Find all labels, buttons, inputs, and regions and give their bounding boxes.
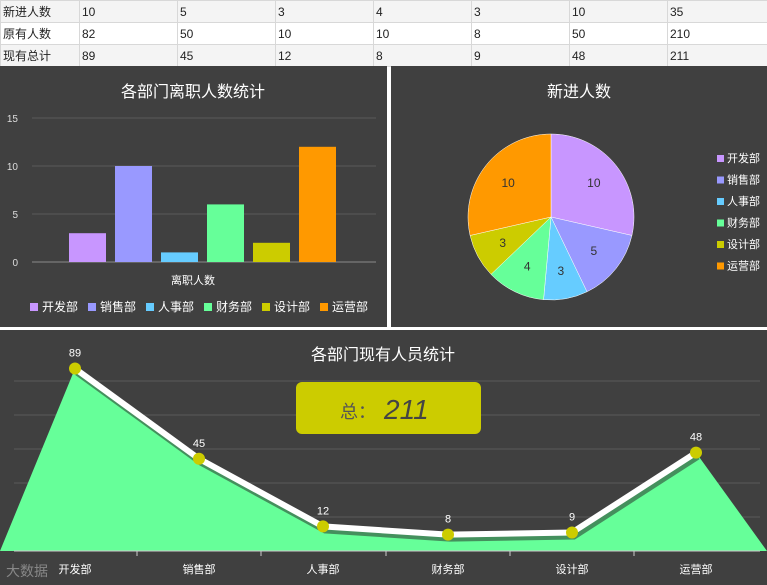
- table-cell[interactable]: 50: [177, 22, 276, 45]
- legend-swatch: [88, 303, 96, 311]
- table-cell[interactable]: 35: [667, 0, 767, 23]
- legend-swatch: [717, 241, 724, 248]
- bar: [115, 166, 152, 262]
- data-label: 48: [690, 432, 702, 444]
- spreadsheet-table: 新进人数 10 5 3 4 3 10 35 原有人数 82 50 10 10 8…: [0, 0, 767, 67]
- data-label: 45: [193, 438, 205, 450]
- y-tick-label: 0: [12, 258, 18, 269]
- data-point: [690, 446, 702, 459]
- table-cell[interactable]: 210: [667, 22, 767, 45]
- legend-entry: 人事部: [727, 194, 760, 208]
- bar: [161, 252, 198, 262]
- data-label: 8: [445, 514, 451, 526]
- x-tick-label: 设计部: [556, 562, 589, 576]
- y-tick-label: 15: [7, 114, 19, 125]
- chart-title: 各部门离职人数统计: [121, 83, 265, 101]
- table-cell[interactable]: 89: [79, 44, 178, 67]
- legend-swatch: [717, 176, 724, 184]
- table-row: 原有人数 82 50 10 10 8 50 210: [0, 22, 767, 45]
- x-tick-label: 运营部: [680, 562, 713, 576]
- legend-entry: 开发部: [727, 151, 760, 165]
- x-tick-label: 销售部: [183, 562, 216, 576]
- pie-chart: 新进人数 10 5 3 4 3 10 开发部销售部人事部财务部设计部运营部: [467, 83, 760, 301]
- legend-entry: 设计部: [274, 299, 310, 314]
- total-value: 211: [383, 394, 429, 425]
- area-chart-panel[interactable]: 各部门现有人员统计 89 45 12 8 9 48 开发部 销售部 人事部 财务部 设计部 运营部 总： 2…: [0, 330, 767, 585]
- data-point: [69, 362, 81, 375]
- bar: [207, 204, 244, 262]
- table-cell[interactable]: 12: [275, 44, 374, 67]
- legend-swatch: [717, 155, 724, 162]
- table-cell[interactable]: 10: [373, 22, 472, 45]
- table-cell[interactable]: 9: [471, 44, 570, 67]
- bar: [253, 242, 290, 262]
- data-point: [442, 528, 454, 541]
- x-tick-label: 开发部: [59, 562, 92, 576]
- bar: [69, 233, 106, 262]
- legend-entry: 设计部: [727, 237, 760, 251]
- data-label: 89: [69, 348, 81, 360]
- legend-entry: 财务部: [727, 216, 760, 230]
- table-cell[interactable]: 8: [373, 44, 472, 67]
- y-tick-label: 5: [12, 210, 18, 221]
- legend-entry: 销售部: [100, 299, 136, 314]
- data-label: 12: [317, 505, 329, 517]
- x-axis-label: 离职人数: [171, 273, 215, 287]
- slice-label: 5: [590, 244, 597, 258]
- legend-entry: 运营部: [332, 299, 368, 314]
- slice-label: 4: [524, 259, 531, 273]
- table-cell[interactable]: 3: [275, 0, 374, 23]
- table-cell[interactable]: 10: [79, 0, 178, 23]
- legend-entry: 财务部: [216, 299, 252, 314]
- legend-entry: 人事部: [158, 299, 194, 314]
- slice-label: 3: [557, 264, 564, 278]
- legend-swatch: [262, 303, 270, 311]
- legend-swatch: [717, 198, 724, 205]
- legend-swatch: [320, 303, 328, 311]
- data-point: [317, 520, 329, 533]
- total-label: 总：: [340, 402, 376, 422]
- slice-label: 10: [501, 176, 515, 190]
- table-cell[interactable]: 48: [569, 44, 668, 67]
- bar-chart-panel[interactable]: 各部门离职人数统计 0 5 10 15 离职人数开发部 销售部 人事部 财务部 设计部 运营部: [0, 66, 387, 327]
- x-tick-label: 财务部: [432, 562, 465, 576]
- row-label[interactable]: 原有人数: [0, 22, 80, 45]
- pie-chart-panel[interactable]: 新进人数 10 5 3 4 3 10 开发部销售部人事部财务部设计部运营部: [391, 66, 767, 327]
- bar-chart: 各部门离职人数统计 0 5 10 15 离职人数开发部 销售部 人事部 财务部 设计部 运营部: [7, 83, 376, 314]
- data-point: [193, 452, 205, 465]
- table-row: 新进人数 10 5 3 4 3 10 35: [0, 0, 767, 23]
- row-label[interactable]: 新进人数: [0, 0, 80, 23]
- legend-swatch: [204, 303, 212, 311]
- legend-swatch: [146, 303, 154, 311]
- chart-title: 新进人数: [547, 83, 611, 101]
- legend-entry: 开发部: [42, 299, 78, 314]
- legend-swatch: [717, 219, 724, 227]
- data-label: 9: [569, 512, 575, 524]
- table-row: 现有总计 89 45 12 8 9 48 211: [0, 44, 767, 67]
- legend-entry: 运营部: [727, 259, 760, 273]
- row-label[interactable]: 现有总计: [0, 44, 80, 67]
- table-cell[interactable]: 50: [569, 22, 668, 45]
- table-cell[interactable]: 211: [667, 44, 767, 67]
- area-chart: 各部门现有人员统计8945128 948开发部 销售部 人事部 财务部 设计部 运营部总： 2…: [0, 346, 767, 576]
- table-cell[interactable]: 3: [471, 0, 570, 23]
- data-point: [566, 526, 578, 539]
- legend-swatch: [717, 262, 724, 270]
- slice-label: 10: [587, 176, 601, 190]
- slice-label: 3: [499, 236, 506, 250]
- bar: [299, 146, 336, 262]
- legend-swatch: [30, 303, 38, 311]
- table-cell[interactable]: 10: [569, 0, 668, 23]
- chart-title: 各部门现有人员统计: [311, 346, 455, 364]
- table-cell[interactable]: 5: [177, 0, 276, 23]
- x-tick-label: 人事部: [307, 562, 340, 576]
- table-cell[interactable]: 4: [373, 0, 472, 23]
- legend-entry: 销售部: [727, 173, 760, 187]
- watermark-text: 大数据: [6, 563, 48, 579]
- table-cell[interactable]: 8: [471, 22, 570, 45]
- table-cell[interactable]: 45: [177, 44, 276, 67]
- table-cell[interactable]: 10: [275, 22, 374, 45]
- y-tick-label: 10: [7, 162, 19, 173]
- table-cell[interactable]: 82: [79, 22, 178, 45]
